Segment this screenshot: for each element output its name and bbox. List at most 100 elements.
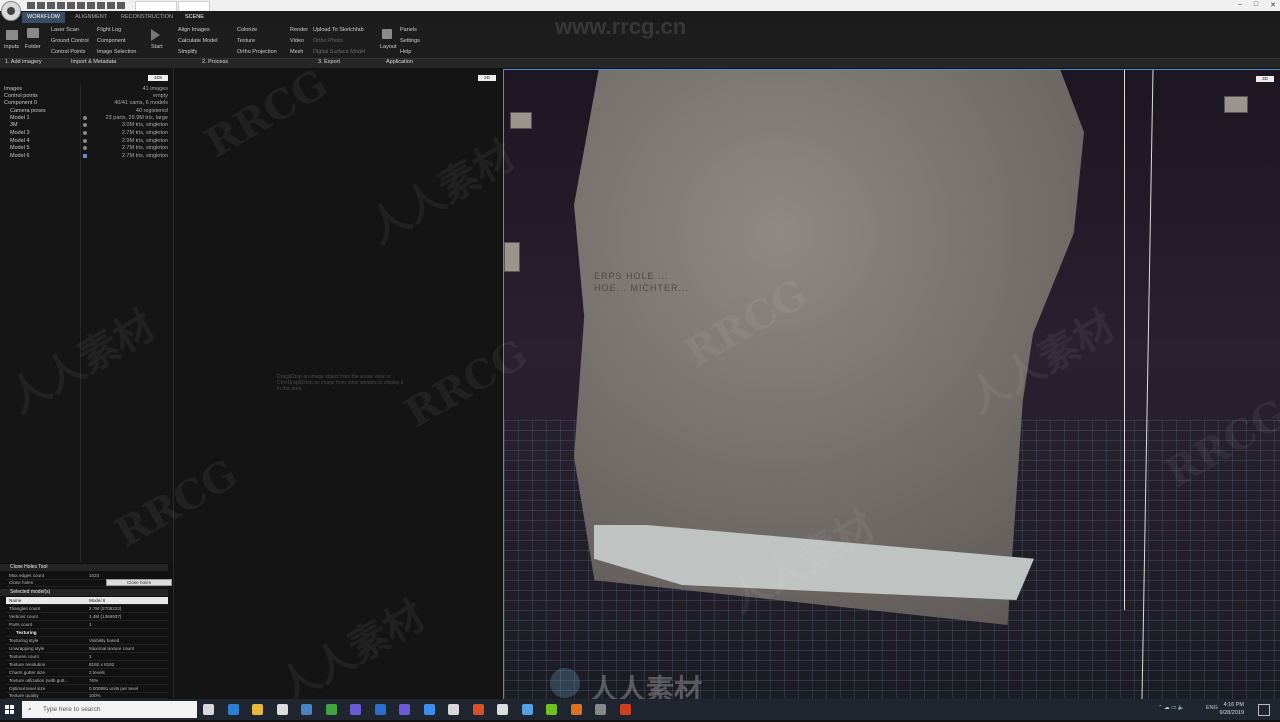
taskbar-app-icon[interactable] [546, 704, 557, 715]
visibility-eye-icon[interactable] [83, 154, 87, 158]
folder-icon[interactable] [27, 28, 39, 38]
texturing-group[interactable]: Texturing [6, 629, 168, 637]
layout-9-icon[interactable] [117, 2, 125, 9]
panels-button[interactable]: Panels [400, 27, 417, 33]
taskbar-app-icon[interactable] [350, 704, 361, 715]
tree-row-3m[interactable]: 3M 3.0M tris, singleton [10, 122, 172, 129]
ortho-photo-button[interactable]: Ortho Photo [313, 38, 343, 44]
taskbar-app-icon[interactable] [252, 704, 263, 715]
camera-thumbnail[interactable] [1224, 96, 1248, 113]
visibility-eye-icon[interactable] [83, 146, 87, 150]
panel-2d-button[interactable]: 2D [478, 75, 496, 81]
image-selection-button[interactable]: Image Selection [97, 49, 136, 55]
layout-8-icon[interactable] [107, 2, 115, 9]
taskbar-app-icon[interactable] [497, 704, 508, 715]
close-holes-header[interactable]: Close Holes Tool [0, 564, 168, 571]
taskbar-app-icon[interactable] [472, 704, 484, 715]
taskbar-app-icon[interactable] [448, 704, 459, 715]
component-button[interactable]: Component [97, 38, 125, 44]
camera-thumbnail[interactable] [510, 112, 532, 129]
tree-row-images[interactable]: Images 41 images [4, 86, 172, 93]
taskbar-app-icon[interactable] [423, 704, 435, 715]
taskbar-app-icon[interactable] [521, 704, 533, 715]
control-points-button[interactable]: Control Points [51, 49, 86, 55]
align-images-button[interactable]: Align Images [178, 27, 210, 33]
inputs-button[interactable]: Inputs [4, 44, 19, 50]
tree-row-control-points[interactable]: Control points empty [4, 93, 172, 100]
taskbar-clock[interactable]: 4:16 PM 9/28/2019 [1220, 701, 1244, 717]
3d-viewport[interactable]: ERPS HOLE ... HOE... MICHTER... 3D [503, 69, 1280, 701]
layout-icon[interactable] [382, 29, 392, 39]
taskbar-app-icon[interactable] [301, 704, 312, 715]
taskbar-search-input[interactable]: ⌕ Type here to search [22, 701, 197, 718]
settings-button[interactable]: Settings [400, 38, 420, 44]
notifications-icon[interactable] [1258, 704, 1270, 716]
inputs-icon[interactable] [6, 30, 18, 40]
layout-button[interactable]: Layout [380, 44, 397, 50]
maximize-button[interactable]: □ [1254, 1, 1258, 9]
taskbar-app-icon[interactable] [276, 704, 288, 715]
layout-1-icon[interactable] [37, 2, 45, 9]
visibility-eye-icon[interactable] [83, 131, 87, 135]
prop-key: Name [9, 598, 22, 603]
taskbar-app-icon[interactable] [619, 704, 631, 715]
texture-button[interactable]: Texture [237, 38, 255, 44]
layout-3-icon[interactable] [57, 2, 65, 9]
tree-row-model-6[interactable]: Model 6 2.7M tris, singleton [10, 153, 172, 160]
visibility-eye-icon[interactable] [83, 123, 87, 127]
app-logo-icon[interactable] [1, 1, 21, 21]
taskbar-app-icon[interactable] [227, 704, 239, 715]
render-button[interactable]: Render [290, 27, 308, 33]
close-button[interactable]: ✕ [1270, 1, 1276, 9]
taskbar-app-icon[interactable] [203, 704, 214, 715]
visibility-eye-icon[interactable] [83, 139, 87, 143]
visibility-eye-icon[interactable] [83, 116, 87, 120]
windows-start-button[interactable] [0, 699, 20, 720]
close-holes-button[interactable]: Close holes [106, 579, 172, 586]
simplify-button[interactable]: Simplify [178, 49, 197, 55]
minimize-button[interactable]: – [1238, 1, 1242, 9]
taskbar-app-icon[interactable] [325, 704, 337, 715]
start-button[interactable]: Start [151, 44, 163, 50]
panel-3d-button[interactable]: 3D [1256, 76, 1274, 82]
camera-thumbnail[interactable] [504, 242, 520, 272]
layout-6-icon[interactable] [87, 2, 95, 9]
layout-4-icon[interactable] [67, 2, 75, 9]
prop-row-name[interactable]: Name Model 6 [6, 597, 168, 605]
folder-button[interactable]: Folder [25, 44, 41, 50]
tree-row-component[interactable]: Component 0 40/41 cams, 6 models [4, 100, 172, 107]
tab-alignment[interactable]: ALIGNMENT [70, 12, 112, 23]
calculate-model-button[interactable]: Calculate Model [178, 38, 217, 44]
panel-1ds-button[interactable]: 1Ds [148, 75, 168, 81]
tree-row-camera-poses[interactable]: Camera poses 40 registered [10, 108, 172, 115]
dsm-button[interactable]: Digital Surface Model [313, 49, 365, 55]
tab-workflow[interactable]: WORKFLOW [22, 12, 65, 23]
layout-2-icon[interactable] [47, 2, 55, 9]
tab-scene[interactable]: SCENE [180, 12, 209, 23]
tree-row-model-5[interactable]: Model 5 2.7M tris, singleton [10, 145, 172, 152]
laser-scan-button[interactable]: Laser Scan [51, 27, 79, 33]
taskbar-app-icon[interactable] [374, 704, 386, 715]
tree-row-model-1[interactable]: Model 1 23 parts, 29.9M tris, large [10, 115, 172, 122]
tree-row-model-4[interactable]: Model 4 2.9M tris, singleton [10, 138, 172, 145]
mesh-button[interactable]: Mesh [290, 49, 303, 55]
upload-sketchfab-button[interactable]: Upload To Sketchfab [313, 27, 364, 33]
tree-row-model-3[interactable]: Model 3 2.7M tris, singleton [10, 130, 172, 137]
help-button[interactable]: Help [400, 49, 411, 55]
layout-7-icon[interactable] [97, 2, 105, 9]
language-indicator[interactable]: ENG [1206, 705, 1218, 711]
layout-5-icon[interactable] [77, 2, 85, 9]
ortho-projection-button[interactable]: Ortho Projection [237, 49, 277, 55]
tab-reconstruction[interactable]: RECONSTRUCTION [116, 12, 178, 23]
taskbar-app-icon[interactable] [399, 704, 410, 715]
ground-control-button[interactable]: Ground Control [51, 38, 89, 44]
taskbar-app-icon[interactable] [570, 704, 582, 715]
start-icon[interactable] [151, 29, 160, 41]
flight-log-button[interactable]: Flight Log [97, 27, 121, 33]
selected-models-header[interactable]: Selected model(s) [0, 589, 168, 596]
tray-icons[interactable]: ⌃ ☁ ▭ 🔈 [1158, 705, 1185, 711]
colorize-button[interactable]: Colorize [237, 27, 257, 33]
save-icon[interactable] [27, 2, 35, 9]
video-button[interactable]: Video [290, 38, 304, 44]
taskbar-app-icon[interactable] [595, 704, 606, 715]
